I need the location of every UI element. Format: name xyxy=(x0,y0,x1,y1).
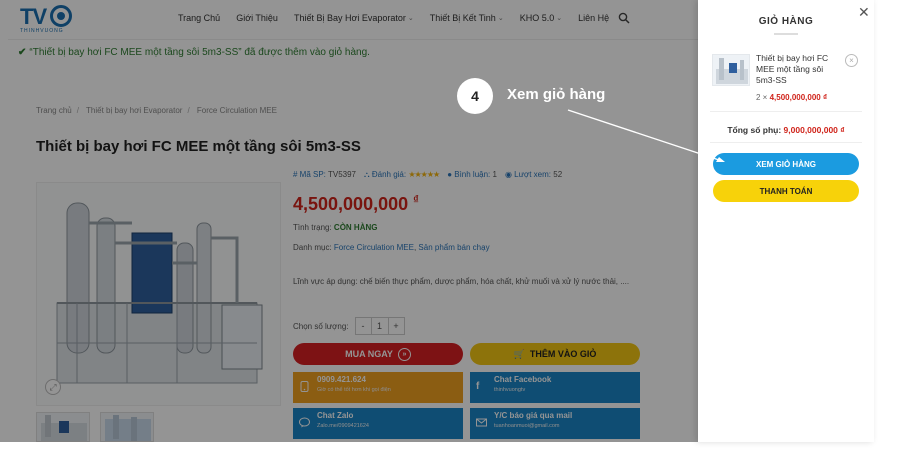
divider xyxy=(710,111,862,112)
remove-item-icon[interactable]: × xyxy=(845,54,858,67)
dim-overlay[interactable] xyxy=(0,0,698,442)
step-number-badge: 4 xyxy=(457,78,493,114)
cart-title: GIỎ HÀNG xyxy=(758,16,814,27)
screen: TV THINHVUONG Trang Chủ Giới Thiệu Thiết… xyxy=(0,0,900,450)
cart-item-thumbnail xyxy=(716,58,748,84)
cart-drawer: ✕ GIỎ HÀNG Thiết bị bay hơi FC MEE một t… xyxy=(698,0,874,442)
checkout-button[interactable]: THANH TOÁN xyxy=(713,180,859,202)
divider xyxy=(710,142,862,143)
step-label: Xem giỏ hàng xyxy=(507,86,606,103)
cart-item-name[interactable]: Thiết bị bay hơi FC MEE một tầng sôi 5m3… xyxy=(756,53,840,86)
title-divider xyxy=(774,33,798,35)
cart-item-qty: 2 × 4,500,000,000 ₫ xyxy=(756,93,828,102)
view-cart-button[interactable]: XEM GIỎ HÀNG xyxy=(713,153,859,175)
cart-subtotal: Tổng số phụ: 9,000,000,000 ₫ xyxy=(727,125,845,135)
cart-item-image[interactable] xyxy=(712,54,750,86)
